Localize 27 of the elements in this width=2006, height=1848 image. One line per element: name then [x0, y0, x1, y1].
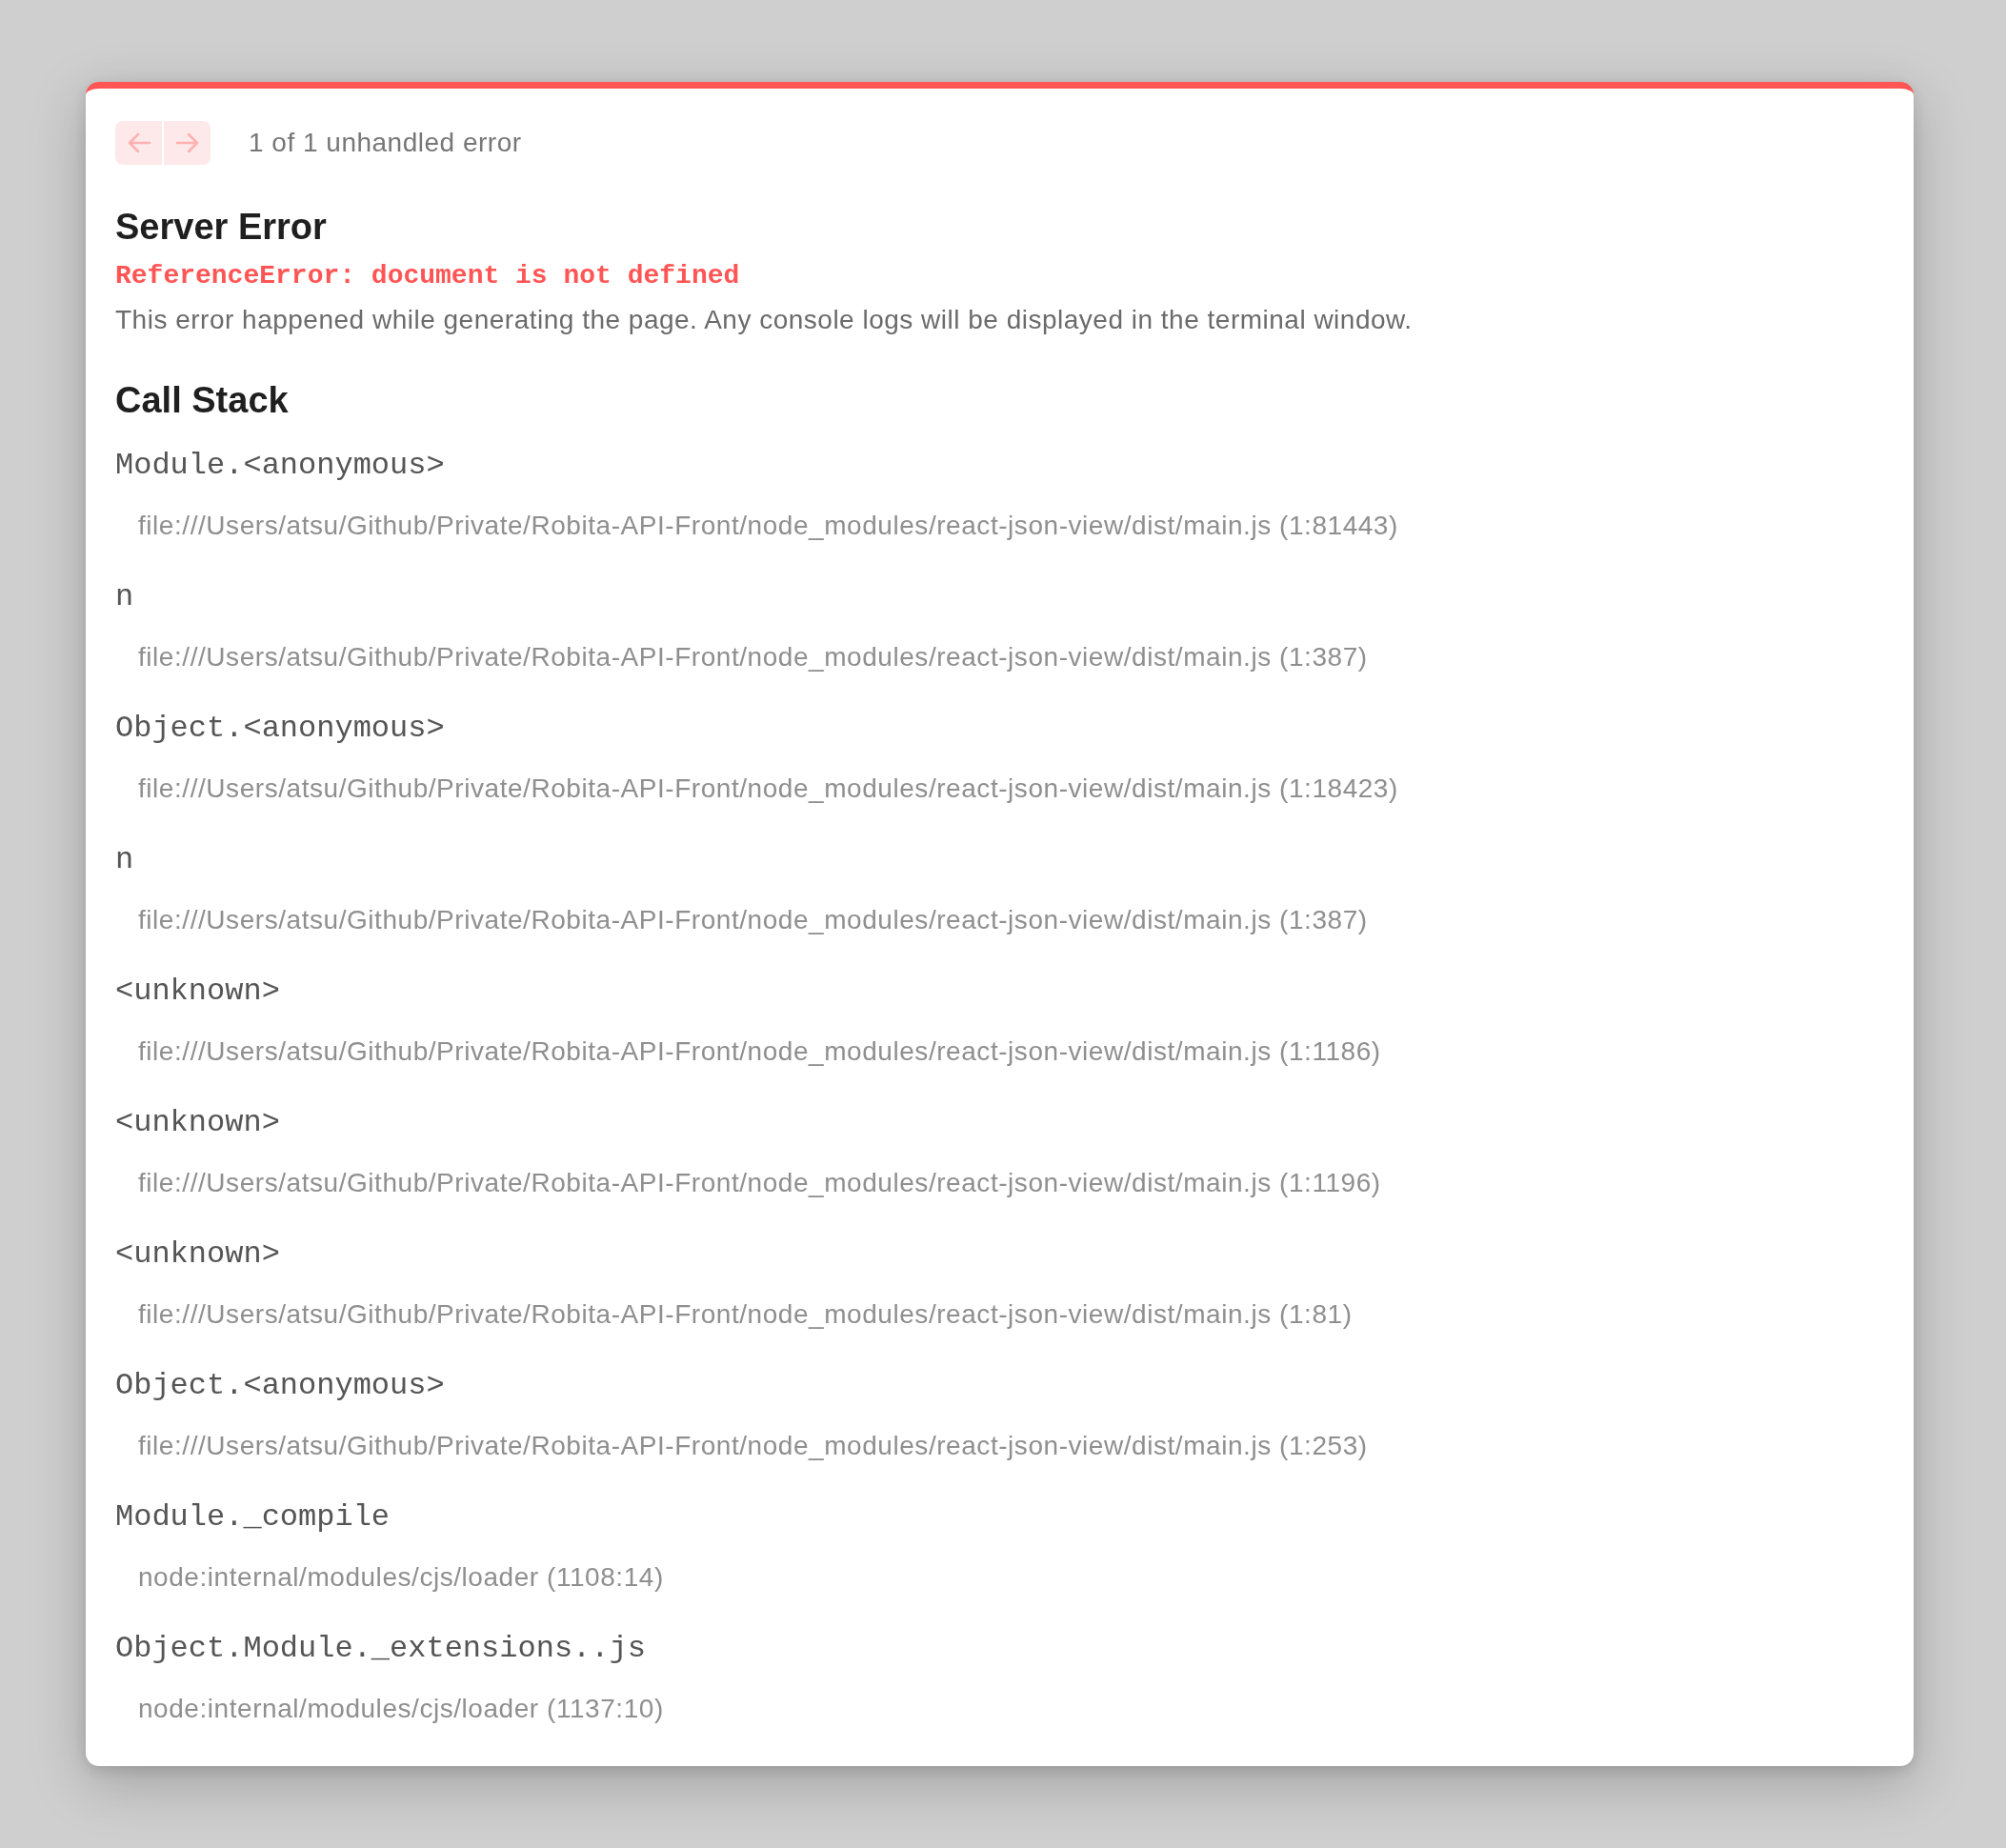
stack-frame-location: node:internal/modules/cjs/loader (1137:10): [138, 1693, 665, 1725]
stack-frame-function: Object.<anonymous>: [115, 710, 446, 748]
stack-frame-function: Object.<anonymous>: [115, 1367, 446, 1405]
stack-frame-location: file:///Users/atsu/Github/Private/Robita-API-Front/node_modules/react-json-view/dist/main.js (1:18423): [138, 773, 1399, 805]
stack-frame-location: file:///Users/atsu/Github/Private/Robita-API-Front/node_modules/react-json-view/dist/main.js (1:387): [138, 641, 1369, 673]
stack-frame-function: Module.<anonymous>: [115, 447, 446, 485]
stack-frame-location: node:internal/modules/cjs/loader (1108:14): [138, 1561, 665, 1594]
error-description: This error happened while generating the page. Any console logs will be displayed in the terminal window.: [115, 304, 1414, 336]
left-arrow-icon: [126, 132, 151, 153]
stack-frame-location: file:///Users/atsu/Github/Private/Robita-API-Front/node_modules/react-json-view/dist/main.js (1:81443): [138, 510, 1399, 542]
call-stack-heading: Call Stack: [115, 379, 290, 422]
right-arrow-icon: [174, 132, 200, 153]
error-counter: 1 of 1 unhandled error: [249, 127, 522, 159]
stack-frame-location: file:///Users/atsu/Github/Private/Robita-API-Front/node_modules/react-json-view/dist/main.js (1:1186): [138, 1035, 1382, 1068]
stack-frame-function: <unknown>: [115, 1235, 281, 1274]
stack-frame-function: <unknown>: [115, 973, 281, 1011]
stack-frame-function: n: [115, 841, 135, 879]
stack-frame-location: file:///Users/atsu/Github/Private/Robita-API-Front/node_modules/react-json-view/dist/main.js (1:387): [138, 904, 1369, 936]
stack-frame-function: Module._compile: [115, 1498, 391, 1537]
stack-frame-function: Object.Module._extensions..js: [115, 1630, 647, 1668]
stack-frame-function: n: [115, 578, 135, 616]
error-title: Server Error: [115, 206, 328, 249]
error-message: ReferenceError: document is not defined: [115, 260, 741, 292]
stack-frame-location: file:///Users/atsu/Github/Private/Robita-API-Front/node_modules/react-json-view/dist/main.js (1:253): [138, 1430, 1369, 1462]
stack-frame-function: <unknown>: [115, 1104, 281, 1142]
stack-frame-location: file:///Users/atsu/Github/Private/Robita-API-Front/node_modules/react-json-view/dist/main.js (1:1196): [138, 1167, 1382, 1199]
stack-frame-location: file:///Users/atsu/Github/Private/Robita-API-Front/node_modules/react-json-view/dist/main.js (1:81): [138, 1298, 1354, 1331]
